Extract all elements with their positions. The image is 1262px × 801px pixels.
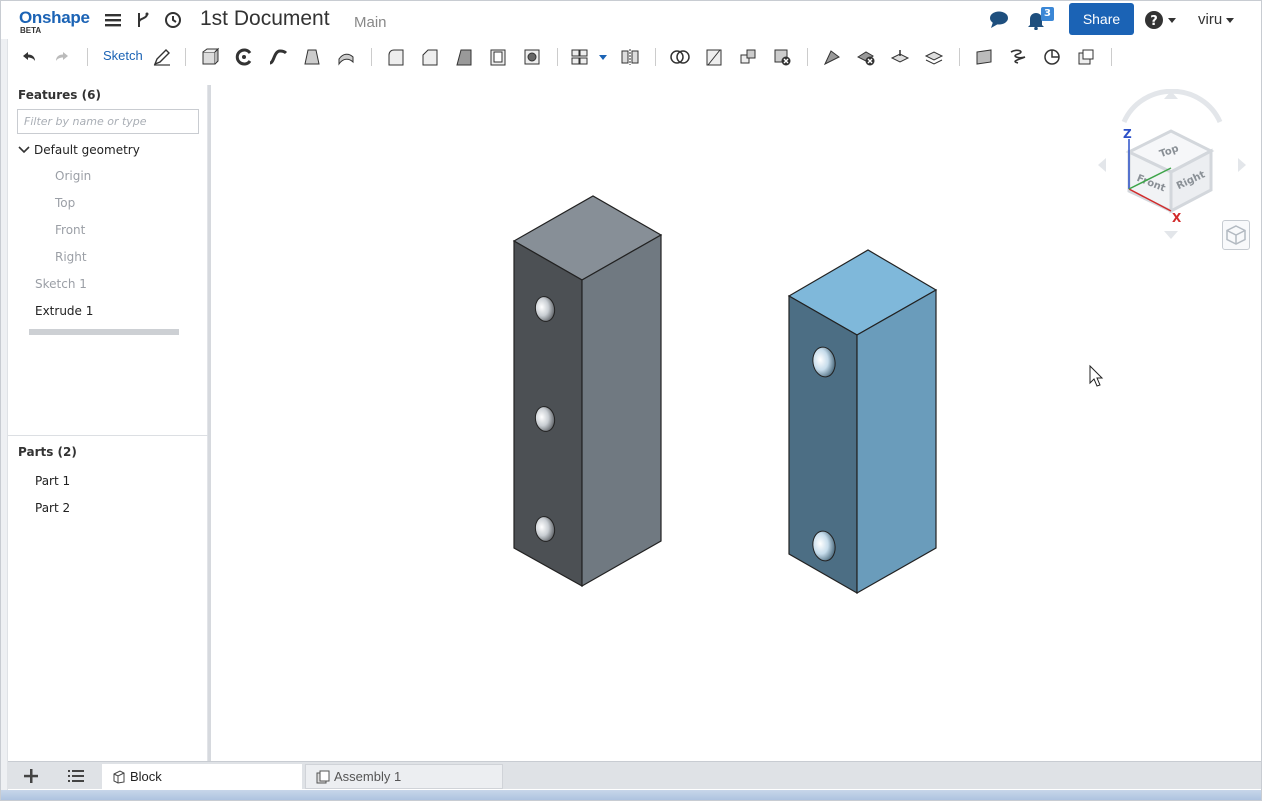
chevron-down-icon [1168,17,1176,23]
onshape-window: Onshape BETA 1st Document Main 3 Share ?… [0,0,1262,801]
split-icon[interactable] [703,46,725,68]
tree-item-extrude-1[interactable]: Extrude 1 [35,304,93,318]
sweep-icon[interactable] [267,46,289,68]
tree-item-label: Default geometry [34,143,140,157]
toolbar-divider [807,48,808,66]
loft-icon[interactable] [301,46,323,68]
onshape-logo[interactable]: Onshape [19,8,90,28]
branch-icon[interactable] [133,10,153,30]
notification-badge: 3 [1041,7,1054,21]
toolbar-divider [1111,48,1112,66]
toolbar-divider [655,48,656,66]
hole-icon[interactable] [521,46,543,68]
undo-icon[interactable] [18,46,40,68]
document-title[interactable]: 1st Document [200,7,330,31]
tab-label: Block [130,769,162,784]
left-edge-strip [1,39,8,790]
chat-icon[interactable] [988,10,1008,30]
plus-icon[interactable] [19,766,43,786]
part-2-right-face[interactable] [856,288,937,595]
part-studio-icon [112,769,126,784]
tab-block[interactable]: Block [102,764,302,789]
branch-name: Main [354,14,387,31]
features-heading: Features (6) [18,88,101,102]
beta-label: BETA [20,26,42,35]
feature-list-panel: Features (6) Default geometry Origin Top… [8,85,208,761]
tree-item-origin[interactable]: Origin [55,169,91,183]
variable-icon[interactable] [1075,46,1097,68]
rotate-left-arrow[interactable] [1098,158,1106,172]
boolean-icon[interactable] [669,46,691,68]
parts-list-item-part-1[interactable]: Part 1 [35,474,70,488]
clock-icon[interactable] [163,10,183,30]
mouse-cursor-icon [1089,364,1104,387]
chevron-down-icon[interactable] [18,144,30,158]
view-cube[interactable]: Top Front Right Z X [1096,89,1248,241]
share-button[interactable]: Share [1069,3,1134,35]
sketch-button[interactable]: Sketch [103,48,143,63]
shell-icon[interactable] [487,46,509,68]
toolbar-divider [185,48,186,66]
mate-connector-icon[interactable] [1041,46,1063,68]
extrude-icon[interactable] [199,46,221,68]
redo-icon[interactable] [51,46,73,68]
toolbar-divider [87,48,88,66]
pattern-icon[interactable] [571,46,611,68]
fillet-icon[interactable] [385,46,407,68]
tree-item-default-geometry[interactable]: Default geometry [18,143,140,158]
plane-icon[interactable] [973,46,995,68]
toolbar-divider [959,48,960,66]
svg-text:?: ? [1150,14,1158,29]
sketch-pencil-icon[interactable] [151,46,173,68]
tree-item-top-plane[interactable]: Top [55,196,75,210]
top-header: Onshape BETA 1st Document Main 3 Share ?… [1,1,1261,39]
transform-icon[interactable] [737,46,759,68]
toolbar-divider [557,48,558,66]
toolbar-divider [371,48,372,66]
parts-heading: Parts (2) [18,445,77,459]
help-icon[interactable]: ? [1144,10,1178,30]
tab-assembly-1[interactable]: Assembly 1 [305,764,503,789]
feature-toolbar: Sketch [1,39,1261,76]
tree-item-right-plane[interactable]: Right [55,250,87,264]
modify-fillet-icon[interactable] [821,46,843,68]
feature-filter-input[interactable] [17,109,199,134]
list-icon[interactable] [64,766,88,786]
rotate-down-arrow[interactable] [1164,231,1178,239]
revolve-icon[interactable] [233,46,255,68]
tab-bar: Block Assembly 1 [8,761,1261,789]
rotate-right-arrow[interactable] [1238,158,1246,172]
user-name: viru [1198,11,1223,28]
move-face-icon[interactable] [889,46,911,68]
panel-divider [8,435,208,436]
thicken-icon[interactable] [335,46,357,68]
part-2-body[interactable] [787,249,938,595]
axis-x-label: X [1172,211,1182,225]
chamfer-icon[interactable] [419,46,441,68]
delete-part-icon[interactable] [771,46,793,68]
mirror-icon[interactable] [619,46,641,68]
home-view-cube-icon[interactable] [1222,220,1250,250]
parts-list-item-part-2[interactable]: Part 2 [35,501,70,515]
rollback-bar[interactable] [29,329,179,335]
chevron-down-icon [1226,17,1235,23]
helix-icon[interactable] [1007,46,1029,68]
hamburger-icon[interactable] [103,10,123,30]
draft-icon[interactable] [453,46,475,68]
delete-face-icon[interactable] [855,46,877,68]
assembly-icon [316,770,330,784]
part-1-right-face[interactable] [581,233,662,588]
tree-item-sketch-1[interactable]: Sketch 1 [35,277,87,291]
user-menu[interactable]: viru [1198,11,1235,28]
replace-face-icon[interactable] [923,46,945,68]
window-bottom-edge [1,790,1261,800]
part-1-body[interactable] [512,195,663,588]
axis-z-label: Z [1123,127,1132,141]
tree-item-front-plane[interactable]: Front [55,223,85,237]
tab-label: Assembly 1 [334,769,402,784]
